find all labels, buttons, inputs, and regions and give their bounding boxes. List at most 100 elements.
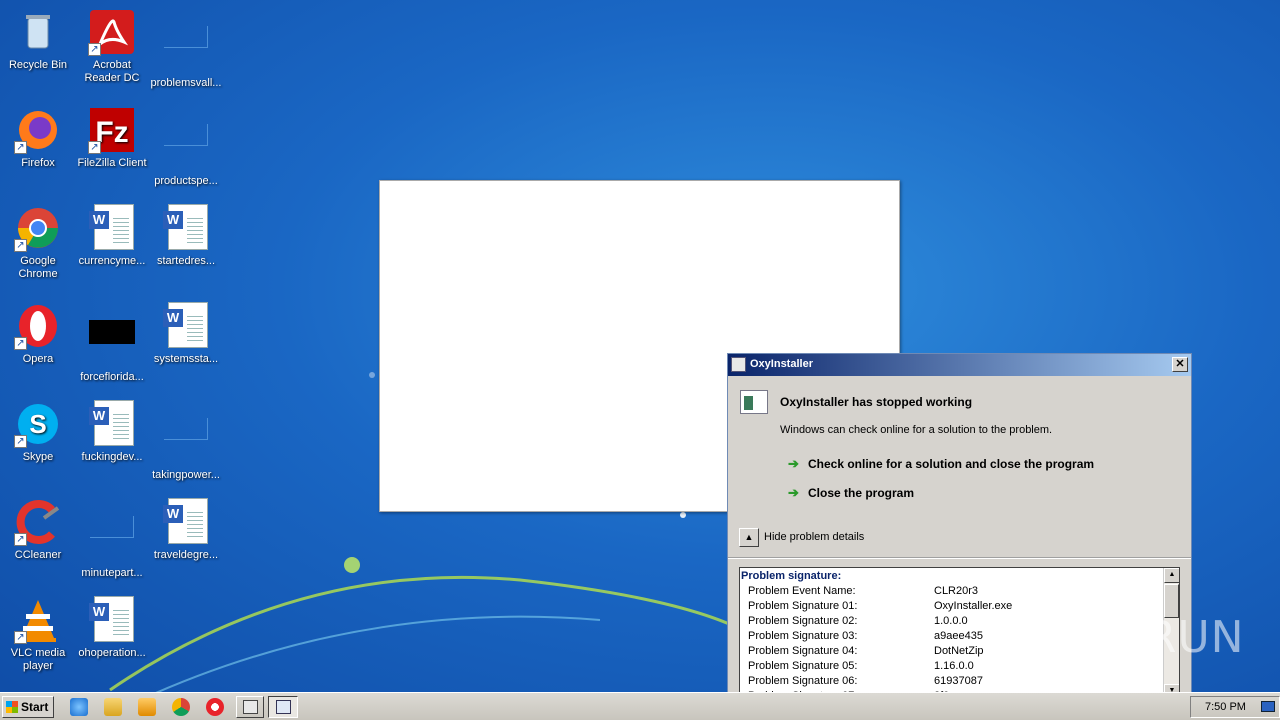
problem-signature-heading: Problem signature: bbox=[741, 570, 842, 582]
desktop-icon-minutepart[interactable]: minutepart... bbox=[74, 498, 150, 580]
dialog-titlebar[interactable]: OxyInstaller ✕ bbox=[728, 354, 1191, 376]
dialog-title: OxyInstaller bbox=[750, 358, 813, 370]
detail-key: Problem Signature 01: bbox=[748, 600, 858, 612]
detail-key: Problem Signature 06: bbox=[748, 675, 858, 687]
desktop-icon-currencyme[interactable]: W currencyme... bbox=[74, 204, 150, 268]
close-button[interactable]: ✕ bbox=[1172, 357, 1188, 372]
divider bbox=[728, 557, 1191, 559]
desktop-icon-takingpower[interactable]: takingpower... bbox=[148, 400, 224, 482]
desktop-icon-label: Google Chrome bbox=[18, 255, 58, 280]
ccleaner-icon: ↗ bbox=[14, 498, 62, 546]
system-clock[interactable]: 7:50 PM bbox=[1190, 696, 1280, 718]
desktop-icon-forceflorida[interactable]: forceflorida... bbox=[74, 302, 150, 384]
windows-logo-icon bbox=[6, 701, 18, 713]
desktop-icon-chrome[interactable]: ↗ Google Chrome bbox=[0, 204, 76, 281]
vlc-icon: ↗ bbox=[14, 596, 62, 644]
desktop-icon-opera[interactable]: ↗ Opera bbox=[0, 302, 76, 366]
desktop-icon-systemssta[interactable]: W systemssta... bbox=[148, 302, 224, 366]
desktop-icon-label: problemsvall... bbox=[150, 77, 222, 89]
internet-explorer-icon[interactable] bbox=[70, 698, 88, 716]
taskbar-item-oxyinstaller[interactable] bbox=[268, 696, 298, 718]
word-doc-icon: W bbox=[162, 204, 210, 252]
dialog-heading: OxyInstaller has stopped working bbox=[780, 395, 973, 409]
desktop-icon-traveldegre[interactable]: W traveldegre... bbox=[148, 498, 224, 562]
desktop-icon-acrobat[interactable]: ↗ Acrobat Reader DC bbox=[74, 8, 150, 85]
desktop-icon-vlc[interactable]: ↗ VLC media player bbox=[0, 596, 76, 673]
svg-text:S: S bbox=[29, 409, 46, 439]
detail-key: Problem Signature 05: bbox=[748, 660, 858, 672]
word-doc-icon: W bbox=[88, 596, 136, 644]
clock-time: 7:50 PM bbox=[1205, 701, 1246, 713]
detail-row: Problem Event Name: CLR20r3 bbox=[741, 585, 1179, 600]
detail-key: Problem Signature 03: bbox=[748, 630, 858, 642]
desktop-icon-label: CCleaner bbox=[14, 549, 62, 561]
desktop-icon-label: takingpower... bbox=[152, 469, 220, 481]
word-doc-icon: W bbox=[88, 204, 136, 252]
desktop-icon-recycle-bin[interactable]: Recycle Bin bbox=[0, 8, 76, 72]
check-online-label: Check online for a solution and close th… bbox=[808, 457, 1095, 471]
detail-value: 1.16.0.0 bbox=[934, 660, 974, 672]
desktop-icon-fuckingdev[interactable]: W fuckingdev... bbox=[74, 400, 150, 464]
taskbar: Start 7:50 PM bbox=[0, 692, 1280, 720]
detail-key: Problem Event Name: bbox=[748, 585, 856, 597]
desktop-icon-productspe[interactable]: productspe... bbox=[148, 106, 224, 188]
desktop-icon-startedres[interactable]: W startedres... bbox=[148, 204, 224, 268]
app-icon bbox=[731, 357, 746, 372]
word-doc-icon: W bbox=[88, 400, 136, 448]
acrobat-icon: ↗ bbox=[88, 8, 136, 56]
desktop-icon-label: fuckingdev... bbox=[81, 451, 143, 463]
desktop-icon-ohoperation[interactable]: W ohoperation... bbox=[74, 596, 150, 660]
desktop-icon-label: Opera bbox=[22, 353, 54, 365]
desktop-icon-label: currencyme... bbox=[78, 255, 146, 267]
file-explorer-icon[interactable] bbox=[104, 698, 122, 716]
desktop-icon-ccleaner[interactable]: ↗ CCleaner bbox=[0, 498, 76, 562]
desktop-icon-skype[interactable]: S ↗ Skype bbox=[0, 400, 76, 464]
opera-icon: ↗ bbox=[14, 302, 62, 350]
desktop-icon-firefox[interactable]: ↗ Firefox bbox=[0, 106, 76, 170]
desktop-icon-label: Recycle Bin bbox=[8, 59, 68, 71]
word-doc-icon: W bbox=[162, 498, 210, 546]
anyrun-watermark: ANY RUN bbox=[1038, 612, 1245, 663]
desktop-icon-problemsvall[interactable]: problemsvall... bbox=[148, 8, 224, 90]
close-program-option[interactable]: ➔ Close the program bbox=[788, 485, 914, 501]
black-file-icon bbox=[88, 320, 136, 368]
desktop-icon-label: traveldegre... bbox=[153, 549, 219, 561]
oxyinstaller-icon bbox=[276, 700, 291, 714]
blank-file-icon bbox=[162, 26, 210, 74]
detail-key: Problem Signature 04: bbox=[748, 645, 858, 657]
chrome-taskbar-icon[interactable] bbox=[172, 698, 190, 716]
detail-value: 61937087 bbox=[934, 675, 983, 687]
blank-file-icon bbox=[162, 418, 210, 466]
hide-details-toggle[interactable]: ▲ bbox=[739, 528, 759, 547]
check-online-option[interactable]: ➔ Check online for a solution and close t… bbox=[788, 456, 1094, 472]
recycle-bin-icon bbox=[14, 8, 62, 56]
desktop-icon-label: VLC media player bbox=[10, 647, 66, 672]
green-arrow-icon: ➔ bbox=[788, 456, 799, 471]
detail-value: a9aee435 bbox=[934, 630, 983, 642]
media-player-icon[interactable] bbox=[138, 698, 156, 716]
detail-row: Problem Signature 06: 61937087 bbox=[741, 675, 1179, 690]
taskbar-item-window[interactable] bbox=[236, 696, 264, 718]
skype-icon: S ↗ bbox=[14, 400, 62, 448]
error-dialog: OxyInstaller ✕ OxyInstaller has stopped … bbox=[727, 353, 1192, 720]
scroll-up-button[interactable]: ▲ bbox=[1164, 568, 1179, 583]
start-button[interactable]: Start bbox=[2, 696, 54, 718]
chrome-icon: ↗ bbox=[14, 204, 62, 252]
firefox-icon: ↗ bbox=[14, 106, 62, 154]
desktop-icon-label: Skype bbox=[22, 451, 54, 463]
detail-value: DotNetZip bbox=[934, 645, 984, 657]
show-desktop-icon[interactable] bbox=[1261, 701, 1275, 712]
program-error-icon bbox=[740, 390, 768, 414]
hide-details-label[interactable]: Hide problem details bbox=[764, 531, 864, 543]
start-label: Start bbox=[21, 700, 49, 714]
desktop-icon-label: systemssta... bbox=[153, 353, 219, 365]
green-arrow-icon: ➔ bbox=[788, 485, 799, 500]
desktop-icon-filezilla[interactable]: Fz ↗ FileZilla Client bbox=[74, 106, 150, 170]
opera-taskbar-icon[interactable] bbox=[206, 698, 224, 716]
desktop-icon-label: Acrobat Reader DC bbox=[84, 59, 140, 84]
detail-value: CLR20r3 bbox=[934, 585, 979, 597]
blank-file-icon bbox=[88, 516, 136, 564]
word-doc-icon: W bbox=[162, 302, 210, 350]
blank-file-icon bbox=[162, 124, 210, 172]
desktop-icon-label: Firefox bbox=[21, 157, 55, 169]
